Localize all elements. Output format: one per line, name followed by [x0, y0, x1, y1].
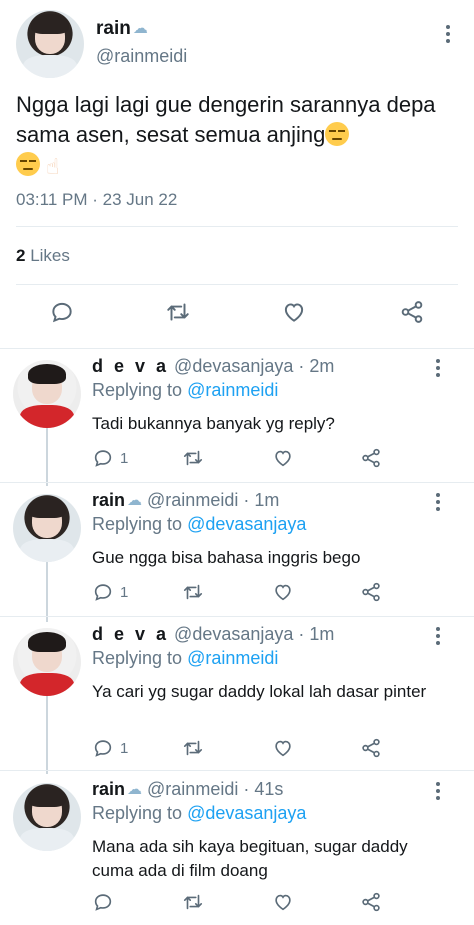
reply-icon[interactable]: 1	[92, 736, 128, 760]
cloud-rain-icon: ☁	[132, 20, 148, 37]
retweet-icon[interactable]	[182, 736, 204, 760]
mention-link[interactable]: @rainmeidi	[187, 380, 278, 400]
unamused-face-emoji	[325, 122, 350, 146]
author-name[interactable]: rain ☁	[96, 18, 148, 40]
author-handle[interactable]: @rainmeidi	[147, 490, 238, 510]
pointing-up-hand-emoji: ☝	[46, 154, 60, 179]
reply-actions: 1	[92, 446, 392, 472]
avatar[interactable]	[13, 783, 81, 851]
tweet-actions	[0, 296, 474, 336]
mention-link[interactable]: @devasanjaya	[187, 514, 306, 534]
mention-link[interactable]: @devasanjaya	[187, 803, 306, 823]
more-options-icon[interactable]	[428, 492, 448, 512]
reply-icon[interactable]	[46, 296, 78, 328]
main-tweet-header: rain ☁ @rainmeidi	[16, 10, 458, 80]
reply-actions	[92, 890, 392, 916]
divider	[0, 348, 474, 349]
reply-actions: 1	[92, 736, 392, 762]
reply-header: rain ☁ @rainmeidi · 41s	[92, 779, 283, 800]
cloud-rain-icon: ☁	[127, 492, 143, 509]
divider	[0, 482, 474, 483]
reply-actions: 1	[92, 580, 392, 606]
author-handle[interactable]: @rainmeidi	[147, 779, 238, 799]
avatar[interactable]	[13, 628, 81, 696]
author-name[interactable]: d e v a	[92, 624, 169, 644]
share-icon[interactable]	[396, 296, 428, 328]
author-name[interactable]: rain ☁	[92, 490, 142, 510]
more-options-icon[interactable]	[428, 626, 448, 646]
mention-link[interactable]: @rainmeidi	[187, 648, 278, 668]
reply-text: Ya cari yg sugar daddy lokal lah dasar p…	[92, 682, 427, 701]
reply-tweet[interactable]: rain ☁ @rainmeidi · 1m Replying to @devas…	[0, 490, 474, 620]
divider	[16, 226, 458, 227]
cloud-rain-icon: ☁	[127, 781, 143, 798]
retweet-icon[interactable]	[182, 580, 204, 604]
replying-to: Replying to @rainmeidi	[92, 648, 279, 668]
replying-to: Replying to @devasanjaya	[92, 514, 307, 534]
author-name[interactable]: d e v a	[92, 356, 169, 376]
reply-text: Mana ada sih kaya begituan, sugar daddy …	[92, 837, 408, 880]
reply-tweet[interactable]: d e v a @devasanjaya · 2m Replying to @r…	[0, 356, 474, 486]
divider	[0, 616, 474, 617]
retweet-icon[interactable]	[162, 296, 194, 328]
share-icon[interactable]	[360, 736, 382, 760]
reply-header: d e v a @devasanjaya · 2m	[92, 356, 334, 377]
reply-time: · 41s	[243, 779, 284, 799]
heart-icon[interactable]	[272, 736, 294, 760]
more-options-icon[interactable]	[428, 358, 448, 378]
reply-text: Tadi bukannya banyak yg reply?	[92, 414, 335, 433]
reply-header: d e v a @devasanjaya · 1m	[92, 624, 334, 645]
author-handle[interactable]: @devasanjaya	[174, 624, 293, 644]
unamused-face-emoji	[16, 152, 40, 176]
tweet-text: Ngga lagi lagi gue dengerin sarannya dep…	[16, 90, 456, 182]
avatar[interactable]	[13, 360, 81, 428]
share-icon[interactable]	[360, 580, 382, 604]
heart-icon[interactable]	[278, 296, 310, 328]
share-icon[interactable]	[360, 890, 382, 914]
reply-count: 1	[120, 583, 129, 601]
reply-count: 1	[120, 739, 129, 757]
reply-icon[interactable]	[92, 890, 120, 914]
retweet-icon[interactable]	[182, 890, 204, 914]
reply-count: 1	[120, 449, 129, 467]
share-icon[interactable]	[360, 446, 382, 470]
divider	[0, 770, 474, 771]
heart-icon[interactable]	[272, 580, 294, 604]
author-handle[interactable]: @rainmeidi	[96, 46, 187, 67]
reply-time: · 2m	[298, 356, 335, 376]
heart-icon[interactable]	[272, 890, 294, 914]
reply-icon[interactable]: 1	[92, 446, 128, 470]
avatar[interactable]	[16, 10, 84, 78]
replying-to: Replying to @devasanjaya	[92, 803, 307, 823]
reply-text: Gue ngga bisa bahasa inggris bego	[92, 548, 361, 567]
reply-tweet[interactable]: d e v a @devasanjaya · 1m Replying to @r…	[0, 624, 474, 774]
reply-time: · 1m	[298, 624, 335, 644]
author-name[interactable]: rain ☁	[92, 779, 142, 799]
more-options-icon[interactable]	[428, 781, 448, 801]
divider	[16, 284, 458, 285]
tweet-timestamp[interactable]: 03:11 PM · 23 Jun 22	[16, 190, 177, 210]
reply-header: rain ☁ @rainmeidi · 1m	[92, 490, 279, 511]
author-handle[interactable]: @devasanjaya	[174, 356, 293, 376]
more-options-icon[interactable]	[438, 24, 458, 44]
heart-icon[interactable]	[272, 446, 294, 470]
reply-time: · 1m	[243, 490, 280, 510]
reply-icon[interactable]: 1	[92, 580, 128, 604]
reply-tweet[interactable]: rain ☁ @rainmeidi · 41s Replying to @deva…	[0, 779, 474, 925]
avatar[interactable]	[13, 494, 81, 562]
replying-to: Replying to @rainmeidi	[92, 380, 279, 400]
likes-count[interactable]: 2 Likes	[16, 246, 70, 266]
retweet-icon[interactable]	[182, 446, 204, 470]
